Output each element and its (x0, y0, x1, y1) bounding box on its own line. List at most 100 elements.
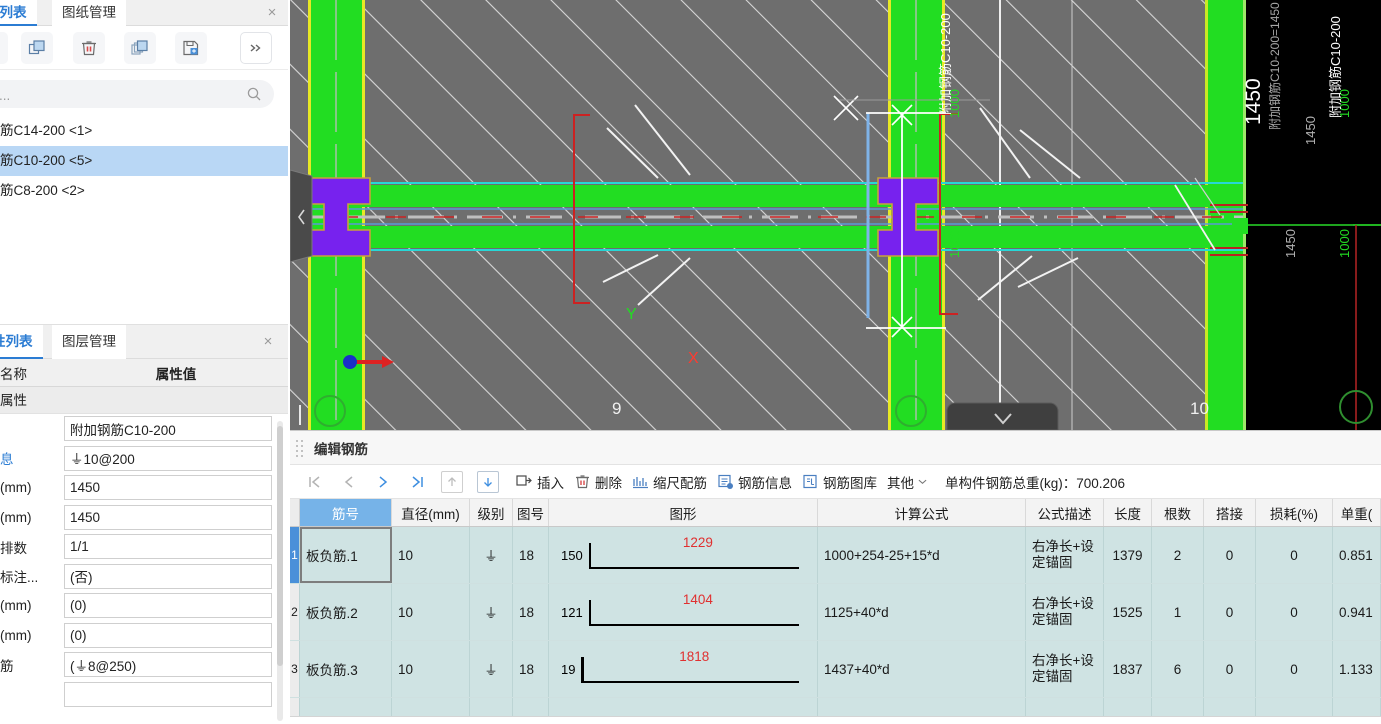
property-label: 息 (0, 452, 14, 468)
component-list: 筋C14-200 <1> 筋C10-200 <5> 筋C8-200 <2> (0, 116, 288, 206)
delete-icon[interactable] (73, 32, 105, 64)
cell-loss[interactable]: 0 (1256, 584, 1333, 640)
column-header-diameter[interactable]: 直径(mm) (392, 499, 470, 526)
cell-shapeno[interactable]: 18 (513, 584, 549, 640)
cell-length[interactable]: 1525 (1104, 584, 1152, 640)
cell-formula-desc[interactable]: 右净长+设定锚固 (1026, 641, 1104, 697)
cell-count[interactable]: 1 (1152, 584, 1204, 640)
delete-row-button[interactable]: 删除 (574, 472, 622, 492)
column-header-count[interactable]: 根数 (1152, 499, 1204, 526)
move-down-icon[interactable] (477, 470, 499, 493)
property-value[interactable]: 附加钢筋C10-200 (64, 416, 272, 442)
property-value[interactable]: (否) (64, 563, 272, 589)
list-item[interactable]: 筋C8-200 <2> (0, 176, 288, 206)
cell-diameter[interactable]: 10 (392, 527, 470, 583)
column-header-grade[interactable]: 级别 (470, 499, 513, 526)
cell-length[interactable]: 1837 (1104, 641, 1152, 697)
list-item[interactable]: 筋C10-200 <5> (0, 146, 288, 176)
property-value[interactable]: 1/1 (64, 534, 272, 560)
property-value[interactable]: 1450 (64, 475, 272, 501)
cell-lap[interactable]: 0 (1204, 584, 1256, 640)
cell-formula[interactable]: 1437+40*d (818, 641, 1026, 697)
property-value[interactable]: 1450 (64, 504, 272, 530)
cell-lap[interactable]: 0 (1204, 641, 1256, 697)
cell-jinhao[interactable]: 板负筋.1 (300, 527, 392, 583)
cell-shape[interactable]: 19 1818 (549, 641, 818, 697)
cell-formula[interactable]: 1125+40*d (818, 584, 1026, 640)
duplicate-icon[interactable] (124, 32, 156, 64)
property-value[interactable]: (⏚8@250) (64, 652, 272, 678)
scale-rebar-button[interactable]: 缩尺配筋 (632, 472, 707, 492)
cell-shapeno[interactable]: 18 (513, 641, 549, 697)
cell-unitweight[interactable]: 0.851 (1333, 527, 1381, 583)
column-header-shape[interactable]: 图形 (549, 499, 818, 526)
search-input[interactable]: 构件... (0, 80, 274, 108)
property-label: (mm) (0, 480, 32, 496)
property-label: 标注... (0, 570, 39, 586)
cell-count[interactable]: 6 (1152, 641, 1204, 697)
cell-count[interactable]: 2 (1152, 527, 1204, 583)
cell-shape[interactable]: 150 1229 (549, 527, 818, 583)
property-value[interactable]: ⏚10@200 (64, 445, 272, 471)
cell-loss[interactable]: 0 (1256, 527, 1333, 583)
cell-formula-desc[interactable]: 右净长+设定锚固 (1026, 584, 1104, 640)
list-item-label: 筋C10-200 <5> (0, 153, 93, 168)
tab-drawing-management[interactable]: 图纸管理 (52, 0, 126, 26)
copy-icon[interactable] (21, 32, 53, 64)
column-header-formula[interactable]: 计算公式 (818, 499, 1026, 526)
expand-icon[interactable] (240, 32, 272, 64)
cell-length[interactable]: 1379 (1104, 527, 1152, 583)
cell-loss[interactable]: 0 (1256, 641, 1333, 697)
cell-unitweight[interactable]: 1.133 (1333, 641, 1381, 697)
property-row: (mm) 1450 (0, 473, 288, 503)
last-record-icon[interactable] (400, 468, 434, 496)
insert-row-button[interactable]: 插入 (516, 472, 564, 492)
rebar-table[interactable]: 筋号 直径(mm) 级别 图号 图形 计算公式 公式描述 长度 根数 搭接 损耗… (290, 499, 1381, 724)
cell-formula[interactable]: 1000+254-25+15*d (818, 527, 1026, 583)
column-header-jinhao[interactable]: 筋号 (300, 499, 392, 526)
save-as-icon[interactable] (175, 32, 207, 64)
dropdown-caret-icon[interactable] (0, 32, 8, 64)
property-value[interactable]: (0) (64, 593, 272, 619)
move-up-icon[interactable] (441, 470, 463, 493)
cell-unitweight[interactable]: 0.941 (1333, 584, 1381, 640)
prev-record-icon[interactable] (332, 468, 366, 496)
column-header-unitweight[interactable]: 单重( (1333, 499, 1381, 526)
property-value[interactable]: (0) (64, 622, 272, 648)
table-row[interactable]: 2 板负筋.2 10 ⏚ 18 121 1404 1125+40*d 右净长+设… (290, 584, 1381, 641)
list-item[interactable]: 筋C14-200 <1> (0, 116, 288, 146)
property-value[interactable] (64, 681, 272, 707)
table-row[interactable]: 1 板负筋.1 10 ⏚ 18 150 1229 1000+254-25+15*… (290, 527, 1381, 584)
cell-grade[interactable]: ⏚ (470, 584, 513, 640)
list-item-label: 筋C14-200 <1> (0, 123, 93, 138)
column-header-loss[interactable]: 损耗(%) (1256, 499, 1333, 526)
tab-property-list[interactable]: 性列表 (0, 325, 43, 359)
cell-lap[interactable]: 0 (1204, 527, 1256, 583)
column-header-length[interactable]: 长度 (1104, 499, 1152, 526)
cell-jinhao[interactable]: 板负筋.2 (300, 584, 392, 640)
cell-shape[interactable]: 121 1404 (549, 584, 818, 640)
cell-shapeno[interactable]: 18 (513, 527, 549, 583)
properties-scrollbar[interactable] (277, 421, 283, 721)
close-icon[interactable]: × (262, 3, 282, 23)
next-record-icon[interactable] (366, 468, 400, 496)
cad-drawing-canvas[interactable]: 9 10 D 1000 1000 1000 1000 附加钢筋C10-200 附… (290, 0, 1381, 430)
column-header-lap[interactable]: 搭接 (1204, 499, 1256, 526)
close-icon[interactable]: × (258, 332, 278, 352)
cell-diameter[interactable]: 10 (392, 641, 470, 697)
cell-diameter[interactable]: 10 (392, 584, 470, 640)
drag-handle-icon[interactable] (296, 439, 306, 457)
column-header-formula-desc[interactable]: 公式描述 (1026, 499, 1104, 526)
cell-grade[interactable]: ⏚ (470, 527, 513, 583)
column-header-shapeno[interactable]: 图号 (513, 499, 549, 526)
first-record-icon[interactable] (298, 468, 332, 496)
table-row[interactable]: 3 板负筋.3 10 ⏚ 18 19 1818 1437+40*d 右净长+设定… (290, 641, 1381, 698)
cell-grade[interactable]: ⏚ (470, 641, 513, 697)
other-menu-button[interactable]: 其他 (887, 472, 927, 492)
cell-jinhao[interactable]: 板负筋.3 (300, 641, 392, 697)
tab-layer-management[interactable]: 图层管理 (52, 325, 126, 359)
rebar-library-button[interactable]: 钢筋图库 (802, 472, 877, 492)
rebar-info-button[interactable]: 钢筋信息 (717, 472, 792, 492)
tab-component-list[interactable]: 件列表 (0, 0, 37, 26)
cell-formula-desc[interactable]: 右净长+设定锚固 (1026, 527, 1104, 583)
